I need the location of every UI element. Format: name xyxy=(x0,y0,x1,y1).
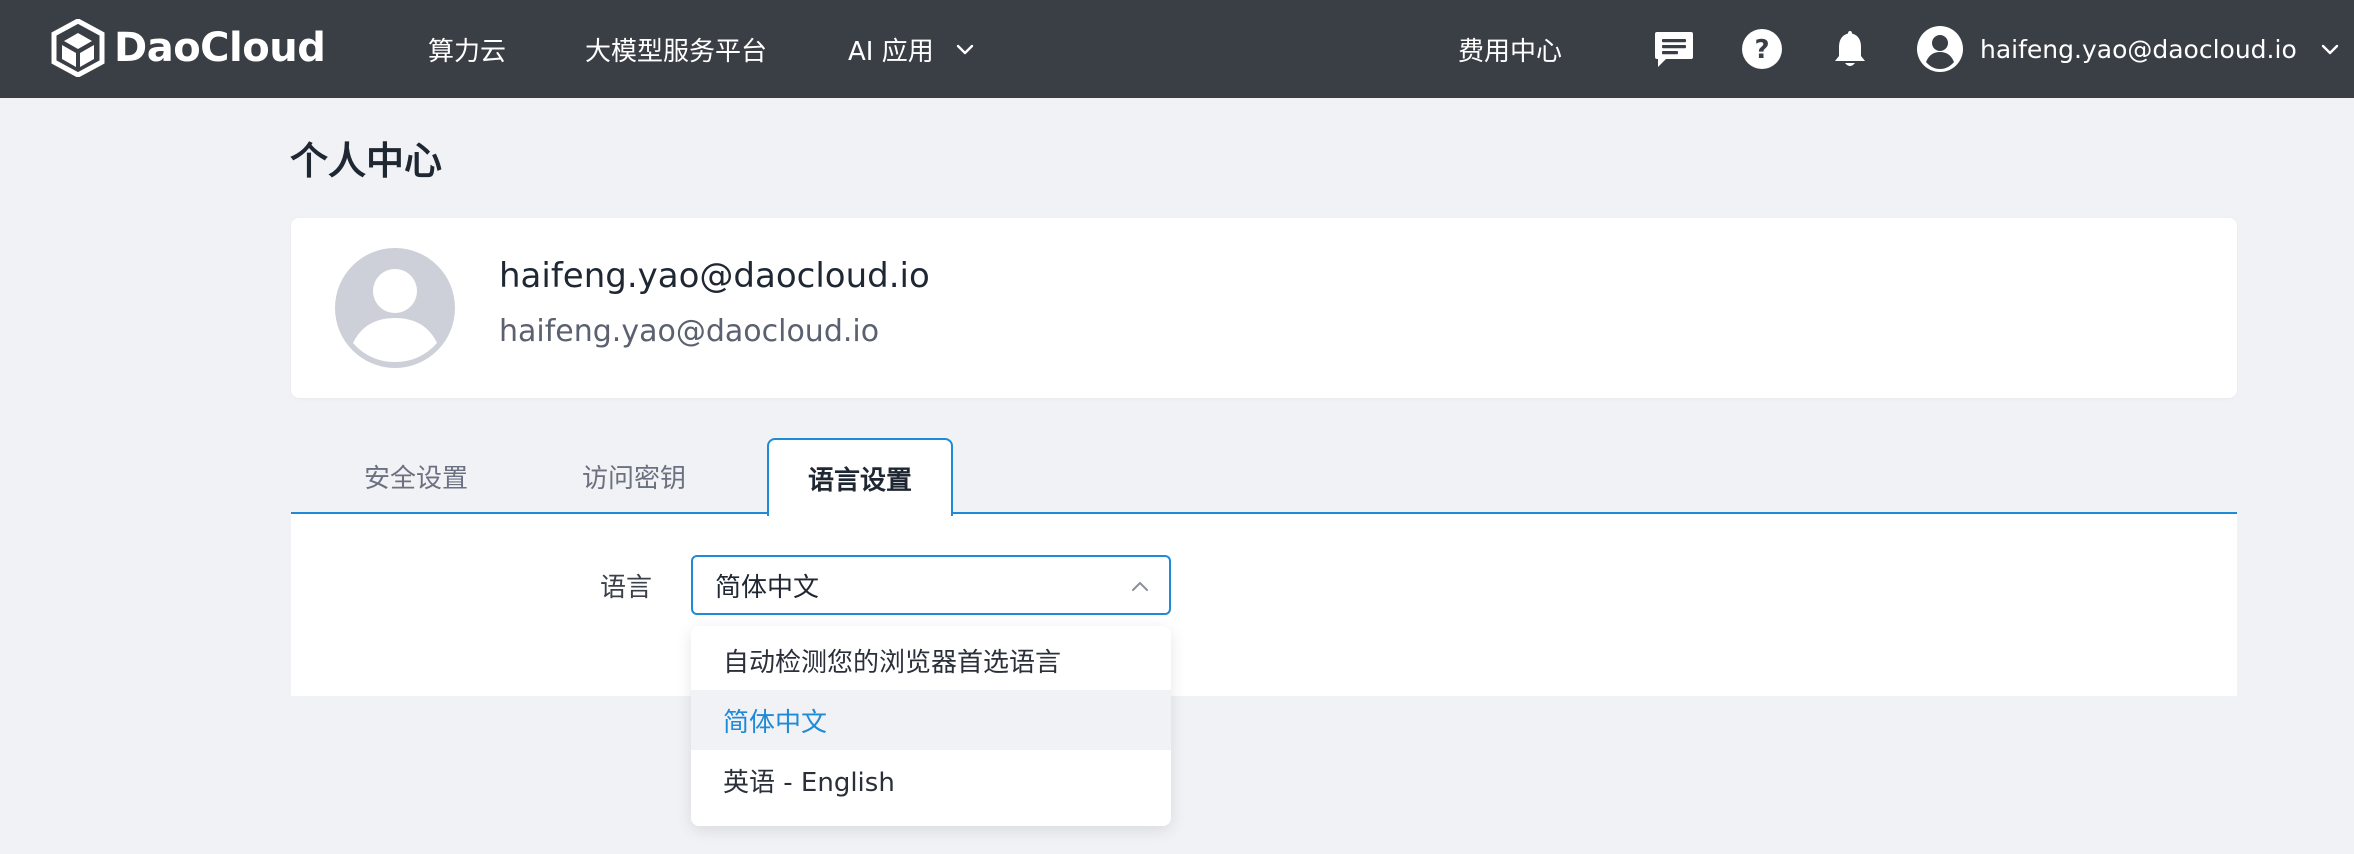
billing-center-link[interactable]: 费用中心 xyxy=(1458,0,1562,98)
tab-access-keys[interactable]: 访问密钥 xyxy=(559,438,709,514)
profile-card: haifeng.yao@daocloud.io haifeng.yao@daoc… xyxy=(291,218,2237,398)
brand-name: DaoCloud xyxy=(114,25,326,71)
profile-name: haifeng.yao@daocloud.io xyxy=(499,256,930,296)
nav-item-llm-platform[interactable]: 大模型服务平台 xyxy=(585,0,767,98)
user-email: haifeng.yao@daocloud.io xyxy=(1980,34,2297,64)
language-dropdown: 自动检测您的浏览器首选语言 简体中文 英语 - English xyxy=(691,626,1171,826)
language-option-english[interactable]: 英语 - English xyxy=(691,750,1171,810)
language-option-simplified-chinese[interactable]: 简体中文 xyxy=(691,690,1171,750)
settings-tabs: 安全设置 访问密钥 语言设置 xyxy=(291,438,2237,516)
nav-item-label: 算力云 xyxy=(428,36,507,67)
billing-center-label: 费用中心 xyxy=(1458,36,1563,67)
nav-item-label: AI 应用 xyxy=(848,36,934,67)
svg-text:?: ? xyxy=(1754,35,1769,65)
chevron-down-icon xyxy=(956,44,973,55)
nav-item-ai-apps[interactable]: AI 应用 xyxy=(848,0,976,98)
nav-item-compute-cloud[interactable]: 算力云 xyxy=(428,0,506,98)
notification-button[interactable] xyxy=(1826,25,1874,73)
language-label: 语言 xyxy=(600,573,653,603)
help-button[interactable]: ? xyxy=(1738,25,1786,73)
bell-icon xyxy=(1835,31,1865,66)
profile-email: haifeng.yao@daocloud.io xyxy=(499,314,880,349)
help-icon: ? xyxy=(1742,29,1782,69)
language-settings-panel xyxy=(291,514,2237,696)
user-avatar-icon xyxy=(1917,26,1963,72)
language-select-value: 简体中文 xyxy=(715,572,820,603)
top-navigation-bar: DaoCloud 算力云 大模型服务平台 AI 应用 费用中心 ? haifen… xyxy=(0,0,2354,98)
nav-item-label: 大模型服务平台 xyxy=(585,36,768,67)
avatar xyxy=(335,248,455,368)
message-button[interactable] xyxy=(1650,25,1698,73)
option-label: 简体中文 xyxy=(723,707,828,738)
language-select[interactable]: 简体中文 xyxy=(691,555,1171,615)
option-label: 自动检测您的浏览器首选语言 xyxy=(723,647,1062,678)
chevron-down-icon xyxy=(2321,44,2338,55)
message-icon xyxy=(1655,32,1693,67)
language-option-auto-detect[interactable]: 自动检测您的浏览器首选语言 xyxy=(691,630,1171,690)
user-menu[interactable]: haifeng.yao@daocloud.io xyxy=(1916,22,2341,76)
page-title: 个人中心 xyxy=(290,139,443,183)
tab-label: 安全设置 xyxy=(363,463,468,494)
daocloud-logo[interactable]: DaoCloud xyxy=(50,18,326,78)
daocloud-logo-icon xyxy=(51,19,105,77)
tab-label: 访问密钥 xyxy=(581,463,686,494)
tab-label: 语言设置 xyxy=(807,465,912,496)
tab-language-settings[interactable]: 语言设置 xyxy=(767,438,953,516)
option-label: 英语 - English xyxy=(723,767,895,798)
tab-security-settings[interactable]: 安全设置 xyxy=(341,438,491,514)
chevron-up-icon xyxy=(1132,582,1148,591)
